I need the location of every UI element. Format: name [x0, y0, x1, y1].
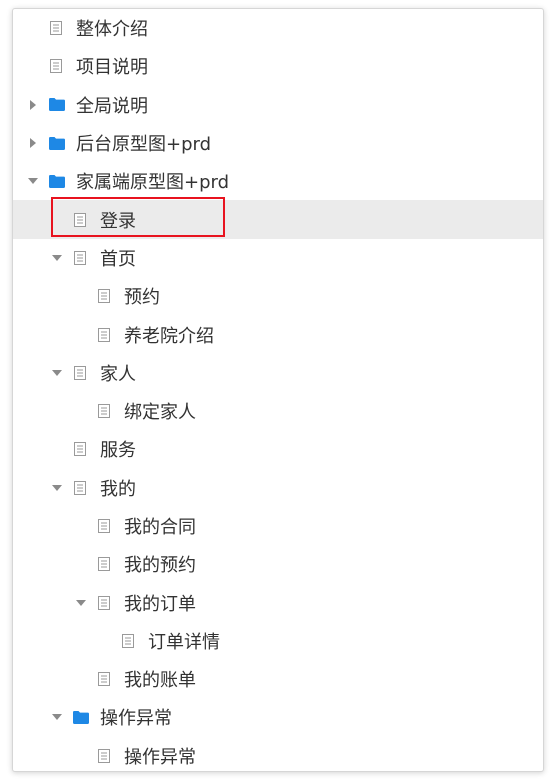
tree-page-item[interactable]: 首页	[13, 239, 543, 277]
tree-item-label: 家人	[100, 363, 136, 385]
page-document-icon	[73, 480, 87, 496]
tree-item-label: 操作异常	[124, 746, 196, 768]
page-document-icon	[97, 748, 111, 764]
tree-item-label: 全局说明	[76, 95, 148, 117]
collapse-arrow-right-icon[interactable]	[26, 136, 40, 150]
page-document-icon	[97, 671, 111, 687]
tree-item-label: 我的账单	[124, 670, 196, 692]
tree-page-item[interactable]: 我的预约	[13, 545, 543, 583]
tree-item-label: 预约	[124, 287, 160, 309]
triangle-down-icon	[52, 714, 62, 721]
tree-item-label: 我的预约	[124, 555, 196, 577]
folder-icon	[49, 173, 65, 189]
triangle-down-icon	[52, 484, 62, 491]
tree-folder-item[interactable]: 家属端原型图+prd	[13, 162, 543, 200]
tree-page-item[interactable]: 我的账单	[13, 660, 543, 698]
tree-page-item[interactable]: 我的合同	[13, 507, 543, 545]
tree-item-label: 我的	[100, 478, 136, 500]
expand-arrow-down-icon[interactable]	[50, 366, 64, 380]
triangle-down-icon	[52, 369, 62, 376]
tree-item-label: 项目说明	[76, 57, 148, 79]
page-document-icon	[73, 365, 87, 381]
tree-page-item[interactable]: 我的	[13, 469, 543, 507]
tree-item-label: 我的合同	[124, 517, 196, 538]
tree-folder-item[interactable]: 全局说明	[13, 86, 543, 124]
tree-page-item[interactable]: 订单详情	[13, 622, 543, 660]
expand-arrow-down-icon[interactable]	[26, 174, 40, 188]
tree-page-item[interactable]: 整体介绍	[13, 9, 543, 47]
expand-arrow-down-icon[interactable]	[50, 481, 64, 495]
tree-page-item[interactable]: 我的订单	[13, 583, 543, 621]
tree-item-label: 我的订单	[124, 593, 196, 615]
page-document-icon	[73, 250, 87, 266]
tree-item-label: 操作异常	[100, 708, 172, 730]
page-document-icon	[97, 556, 111, 572]
collapse-arrow-right-icon[interactable]	[26, 98, 40, 112]
folder-icon	[73, 709, 89, 725]
page-document-icon	[49, 20, 63, 36]
tree-page-item[interactable]: 绑定家人	[13, 392, 543, 430]
page-document-icon	[73, 441, 87, 457]
triangle-down-icon	[28, 178, 38, 185]
expand-arrow-down-icon[interactable]	[50, 251, 64, 265]
tree-item-label: 首页	[100, 248, 136, 270]
tree-item-label: 订单详情	[148, 631, 220, 653]
page-tree: 整体介绍项目说明全局说明后台原型图+prd 家属端原型图+prd 登录首页预约养老院…	[13, 9, 543, 771]
expand-arrow-down-icon[interactable]	[74, 596, 88, 610]
tree-item-label: 服务	[100, 440, 136, 462]
tree-page-item[interactable]: 预约	[13, 277, 543, 315]
page-document-icon	[121, 633, 135, 649]
page-document-icon	[97, 288, 111, 304]
triangle-down-icon	[52, 254, 62, 261]
tree-page-item[interactable]: 操作异常	[13, 737, 543, 771]
tree-page-item[interactable]: 项目说明	[13, 47, 543, 85]
page-document-icon	[73, 212, 87, 228]
page-document-icon	[49, 58, 63, 74]
triangle-down-icon	[76, 599, 86, 606]
page-document-icon	[97, 595, 111, 611]
triangle-right-icon	[30, 138, 36, 149]
folder-icon	[49, 97, 65, 113]
triangle-right-icon	[30, 99, 36, 110]
page-document-icon	[97, 403, 111, 419]
tree-item-label: 家属端原型图+prd	[76, 172, 230, 194]
tree-page-item[interactable]: 养老院介绍	[13, 315, 543, 353]
tree-page-item[interactable]: 服务	[13, 430, 543, 468]
page-tree-panel: 整体介绍项目说明全局说明后台原型图+prd 家属端原型图+prd 登录首页预约养老院…	[12, 8, 544, 772]
tree-page-item[interactable]: 家人	[13, 354, 543, 392]
page-document-icon	[97, 518, 111, 534]
tree-page-item[interactable]: 登录	[13, 200, 543, 239]
tree-item-label: 养老院介绍	[124, 325, 214, 347]
expand-arrow-down-icon[interactable]	[50, 710, 64, 724]
tree-item-label: 整体介绍	[76, 19, 148, 41]
tree-folder-item[interactable]: 操作异常	[13, 698, 543, 736]
tree-item-label: 后台原型图+prd	[76, 134, 212, 156]
tree-item-label: 绑定家人	[124, 402, 196, 424]
folder-icon	[49, 135, 65, 151]
tree-item-label: 登录	[100, 210, 136, 232]
tree-folder-item[interactable]: 后台原型图+prd	[13, 124, 543, 162]
page-document-icon	[97, 327, 111, 343]
